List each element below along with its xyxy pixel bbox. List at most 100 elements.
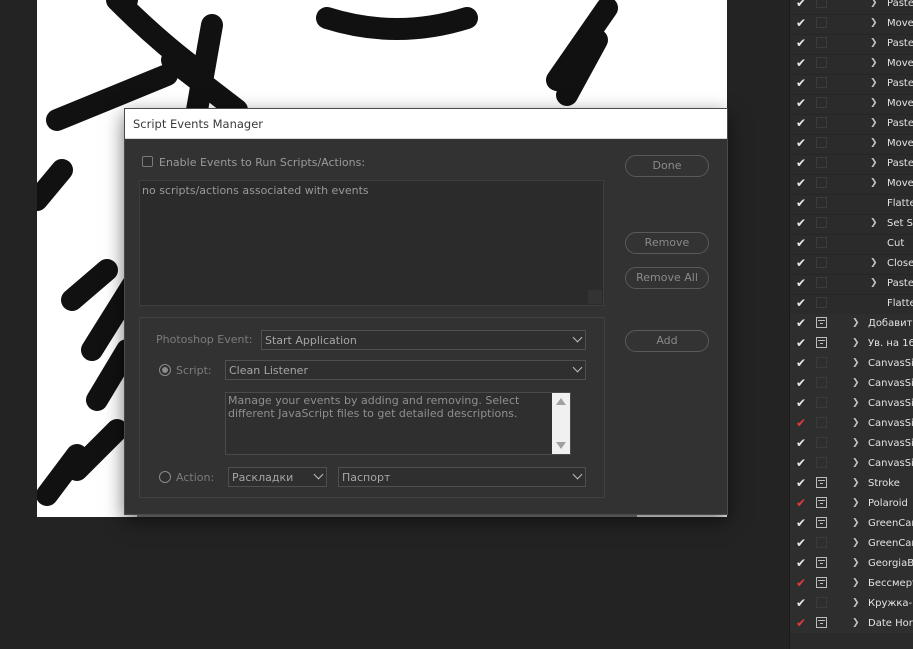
expand-chevron-icon[interactable]: ❯ <box>852 436 860 450</box>
dialog-toggle-icon[interactable] <box>816 197 827 208</box>
expand-chevron-icon[interactable]: ❯ <box>852 376 860 390</box>
expand-chevron-icon[interactable]: ❯ <box>852 396 860 410</box>
checkmark-icon[interactable]: ✔ <box>794 156 808 170</box>
dialog-toggle-icon[interactable] <box>816 597 827 608</box>
expand-chevron-icon[interactable]: ❯ <box>852 536 860 550</box>
checkmark-icon[interactable]: ✔ <box>794 0 808 10</box>
action-row[interactable]: ✔ ❯ CanvasSiz <box>790 394 913 415</box>
dialog-toggle-icon[interactable] <box>816 217 827 228</box>
action-row[interactable]: ✔ Flatten <box>790 294 913 315</box>
dialog-toggle-icon[interactable] <box>816 157 827 168</box>
expand-chevron-icon[interactable]: ❯ <box>852 576 860 590</box>
scroll-up-icon[interactable] <box>556 398 566 405</box>
remove-all-button[interactable]: Remove All <box>625 267 709 289</box>
dialog-toggle-icon[interactable] <box>816 617 827 628</box>
action-row[interactable]: ✔ ❯ Set Se <box>790 214 913 235</box>
checkmark-icon[interactable]: ✔ <box>794 336 808 350</box>
action-row[interactable]: ✔ ❯ Paste <box>790 274 913 295</box>
dialog-toggle-icon[interactable] <box>816 17 827 28</box>
action-row[interactable]: ✔ ❯ Кружка-В <box>790 594 913 615</box>
dialog-toggle-icon[interactable] <box>816 457 827 468</box>
checkmark-icon[interactable]: ✔ <box>794 416 808 430</box>
checkmark-icon[interactable]: ✔ <box>794 216 808 230</box>
dialog-toggle-icon[interactable] <box>816 137 827 148</box>
checkmark-icon[interactable]: ✔ <box>794 276 808 290</box>
dialog-toggle-icon[interactable] <box>816 117 827 128</box>
done-button[interactable]: Done <box>625 155 709 177</box>
expand-chevron-icon[interactable]: ❯ <box>870 36 878 50</box>
action-select[interactable]: Паспорт <box>338 467 586 487</box>
checkmark-icon[interactable]: ✔ <box>794 296 808 310</box>
checkmark-icon[interactable]: ✔ <box>794 376 808 390</box>
dialog-toggle-icon[interactable] <box>816 497 827 508</box>
action-row[interactable]: ✔ ❯ Move <box>790 14 913 35</box>
expand-chevron-icon[interactable]: ❯ <box>870 256 878 270</box>
action-row[interactable]: ✔ Flatten <box>790 194 913 215</box>
checkmark-icon[interactable]: ✔ <box>794 176 808 190</box>
expand-chevron-icon[interactable]: ❯ <box>852 456 860 470</box>
dialog-toggle-icon[interactable] <box>816 537 827 548</box>
action-row[interactable]: ✔ Cut <box>790 234 913 255</box>
action-row[interactable]: ✔ ❯ CanvasSiz <box>790 434 913 455</box>
script-radio[interactable] <box>159 364 171 376</box>
dialog-toggle-icon[interactable] <box>816 37 827 48</box>
action-row[interactable]: ✔ ❯ CanvasSiz <box>790 374 913 395</box>
checkmark-icon[interactable]: ✔ <box>794 76 808 90</box>
dialog-toggle-icon[interactable] <box>816 97 827 108</box>
dialog-toggle-icon[interactable] <box>816 77 827 88</box>
events-list[interactable]: no scripts/actions associated with event… <box>139 180 604 306</box>
expand-chevron-icon[interactable]: ❯ <box>852 416 860 430</box>
expand-chevron-icon[interactable]: ❯ <box>870 76 878 90</box>
enable-events-checkbox[interactable] <box>142 156 153 167</box>
expand-chevron-icon[interactable]: ❯ <box>870 216 878 230</box>
action-row[interactable]: ✔ ❯ Move <box>790 134 913 155</box>
checkmark-icon[interactable]: ✔ <box>794 236 808 250</box>
action-row[interactable]: ✔ ❯ Move <box>790 94 913 115</box>
action-row[interactable]: ✔ ❯ CanvasSiz <box>790 454 913 475</box>
expand-chevron-icon[interactable]: ❯ <box>870 176 878 190</box>
action-row[interactable]: ✔ ❯ CanvasSiz <box>790 414 913 435</box>
scroll-down-icon[interactable] <box>556 442 566 449</box>
checkmark-icon[interactable]: ✔ <box>794 16 808 30</box>
expand-chevron-icon[interactable]: ❯ <box>852 556 860 570</box>
action-row[interactable]: ✔ ❯ Move <box>790 174 913 195</box>
dialog-toggle-icon[interactable] <box>816 297 827 308</box>
action-row[interactable]: ✔ ❯ Paste <box>790 74 913 95</box>
photoshop-event-select[interactable]: Start Application <box>261 330 586 350</box>
action-row[interactable]: ✔ ❯ Paste <box>790 34 913 55</box>
dialog-toggle-icon[interactable] <box>816 417 827 428</box>
checkmark-icon[interactable]: ✔ <box>794 556 808 570</box>
checkmark-icon[interactable]: ✔ <box>794 356 808 370</box>
action-row[interactable]: ✔ ❯ Paste <box>790 154 913 175</box>
checkmark-icon[interactable]: ✔ <box>794 136 808 150</box>
action-row[interactable]: ✔ ❯ Close <box>790 254 913 275</box>
expand-chevron-icon[interactable]: ❯ <box>870 56 878 70</box>
expand-chevron-icon[interactable]: ❯ <box>870 136 878 150</box>
checkmark-icon[interactable]: ✔ <box>794 36 808 50</box>
dialog-toggle-icon[interactable] <box>816 477 827 488</box>
dialog-toggle-icon[interactable] <box>816 577 827 588</box>
description-scrollbar[interactable] <box>552 393 570 454</box>
dialog-toggle-icon[interactable] <box>816 317 827 328</box>
checkmark-icon[interactable]: ✔ <box>794 256 808 270</box>
expand-chevron-icon[interactable]: ❯ <box>852 616 860 630</box>
expand-chevron-icon[interactable]: ❯ <box>870 96 878 110</box>
checkmark-icon[interactable]: ✔ <box>794 616 808 630</box>
expand-chevron-icon[interactable]: ❯ <box>852 316 860 330</box>
dialog-toggle-icon[interactable] <box>816 377 827 388</box>
expand-chevron-icon[interactable]: ❯ <box>852 516 860 530</box>
checkmark-icon[interactable]: ✔ <box>794 196 808 210</box>
dialog-toggle-icon[interactable] <box>816 437 827 448</box>
dialog-toggle-icon[interactable] <box>816 277 827 288</box>
action-row[interactable]: ✔ ❯ Paste <box>790 0 913 15</box>
expand-chevron-icon[interactable]: ❯ <box>852 496 860 510</box>
checkmark-icon[interactable]: ✔ <box>794 536 808 550</box>
action-row[interactable]: ✔ ❯ Paste <box>790 114 913 135</box>
dialog-toggle-icon[interactable] <box>816 57 827 68</box>
dialog-toggle-icon[interactable] <box>816 397 827 408</box>
expand-chevron-icon[interactable]: ❯ <box>870 156 878 170</box>
dialog-titlebar[interactable]: Script Events Manager <box>125 109 727 139</box>
dialog-toggle-icon[interactable] <box>816 337 827 348</box>
dialog-toggle-icon[interactable] <box>816 237 827 248</box>
expand-chevron-icon[interactable]: ❯ <box>852 476 860 490</box>
